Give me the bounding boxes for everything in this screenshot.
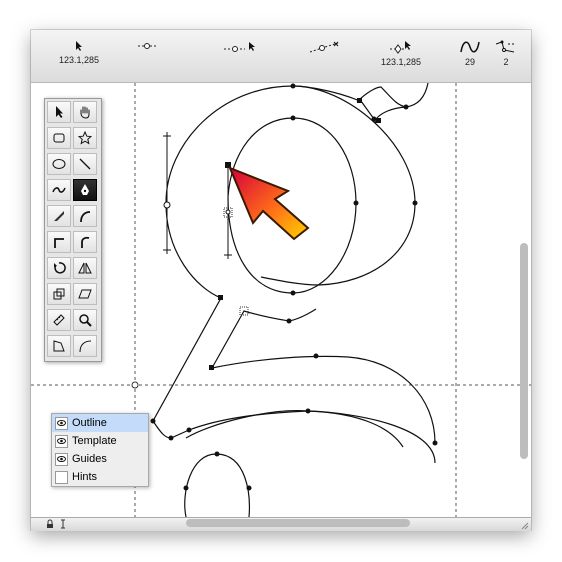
layer-guides[interactable]: Guides — [52, 450, 148, 468]
contour-count-icon — [495, 40, 516, 53]
glyph-upper-right-stroke — [260, 85, 416, 286]
layer-label: Guides — [72, 453, 107, 465]
toolbar-contour-count[interactable]: 2 — [491, 36, 521, 67]
eye-icon[interactable] — [55, 416, 68, 430]
eye-hidden-icon[interactable] — [55, 470, 68, 484]
horizontal-scrollbar-thumb[interactable] — [186, 519, 410, 527]
layer-label: Hints — [72, 471, 98, 483]
pen-tool-button[interactable] — [73, 179, 97, 201]
selected-point — [225, 209, 231, 215]
skew-tool-icon — [78, 289, 92, 299]
select-arrow-icon — [76, 41, 82, 51]
cursor-coordinates: 123.1,285 — [58, 55, 100, 65]
star-tool-button[interactable] — [73, 127, 97, 149]
scale-tool-button[interactable] — [47, 283, 71, 305]
resize-grip-icon[interactable] — [519, 520, 529, 530]
curve-point-tool-icon — [80, 211, 91, 223]
toolbar-curve-count[interactable]: 29 — [455, 36, 485, 67]
rotate-tool-icon — [54, 262, 66, 274]
knife-tool-button[interactable] — [47, 205, 71, 227]
glyph-ear — [356, 83, 429, 120]
zoom-tool-icon — [79, 314, 92, 327]
ellipse-tool-button[interactable] — [47, 153, 71, 175]
eye-icon[interactable] — [55, 434, 68, 448]
hand-tool-button[interactable] — [73, 101, 97, 123]
star-tool-icon — [78, 131, 92, 145]
curve-count-icon — [460, 41, 480, 53]
toolbar-move-point[interactable]: 123.1,285 — [371, 36, 431, 67]
corner-point-tool-button[interactable] — [47, 231, 71, 253]
handle-bottom-end — [163, 246, 171, 254]
contour-count-value: 2 — [503, 57, 509, 67]
tangent-point-tool-button[interactable] — [73, 231, 97, 253]
tool-palette — [44, 98, 102, 362]
perspective-tool-button[interactable] — [47, 335, 71, 357]
layer-outline[interactable]: Outline — [52, 414, 148, 432]
toolbar-point[interactable] — [132, 36, 162, 55]
flip-tool-button[interactable] — [73, 257, 97, 279]
lock-icon[interactable] — [45, 519, 55, 529]
arc-tool-button[interactable] — [73, 335, 97, 357]
flip-tool-icon — [78, 262, 92, 274]
point-drag-icon — [224, 42, 255, 52]
layers-panel: Outline Template Guides Hints — [51, 413, 149, 487]
text-cursor-icon[interactable] — [59, 519, 67, 529]
info-toolbar: 123.1,285 123.1,285 29 2 — [31, 30, 531, 83]
glyph-outer-contour — [152, 85, 404, 448]
scale-tool-icon — [53, 288, 65, 300]
layer-template[interactable]: Template — [52, 432, 148, 450]
curve-point-tool-button[interactable] — [73, 205, 97, 227]
line-tool-icon — [79, 158, 91, 170]
eye-icon[interactable] — [55, 452, 68, 466]
perspective-tool-icon — [53, 340, 65, 352]
rounded-rect-tool-button[interactable] — [47, 127, 71, 149]
arrow-tool-button[interactable] — [47, 101, 71, 123]
origin-marker — [131, 381, 139, 389]
point-coordinates: 123.1,285 — [380, 57, 422, 67]
handle-top-end — [163, 132, 171, 140]
toolbar-cursor-position[interactable]: 123.1,285 — [49, 36, 109, 65]
rotate-tool-button[interactable] — [47, 257, 71, 279]
point-icon — [138, 43, 156, 49]
hand-tool-icon — [80, 106, 90, 119]
move-point-icon — [390, 41, 411, 54]
toolbar-bezier-handles[interactable] — [305, 36, 345, 57]
layer-label: Template — [72, 435, 117, 447]
glyph-canvas[interactable]: Outline Template Guides Hints — [31, 83, 531, 517]
rounded-rect-tool-icon — [53, 133, 65, 143]
handle-center-point — [163, 201, 171, 209]
measure-tool-button[interactable] — [47, 309, 71, 331]
layer-hints[interactable]: Hints — [52, 468, 148, 486]
pen-tool-icon — [81, 184, 89, 195]
knife-tool-icon — [54, 211, 64, 221]
curve-count-value: 29 — [464, 57, 475, 67]
arrow-tool-icon — [56, 106, 63, 118]
freehand-tool-icon — [52, 187, 66, 193]
glyph-editor-window: 123.1,285 123.1,285 29 2 Outline Templat… — [31, 30, 531, 531]
ellipse-tool-icon — [52, 159, 66, 169]
toolbar-point-drag[interactable] — [220, 36, 260, 57]
arc-tool-icon — [79, 340, 92, 353]
skew-tool-button[interactable] — [73, 283, 97, 305]
freehand-tool-button[interactable] — [47, 179, 71, 201]
zoom-tool-button[interactable] — [73, 309, 97, 331]
measure-tool-icon — [53, 314, 65, 326]
bezier-handles-icon — [309, 41, 339, 53]
layer-label: Outline — [72, 417, 107, 429]
cursor-arrow-icon — [228, 166, 310, 241]
glyph-lower-inner — [184, 453, 250, 517]
inner-handle-end — [224, 251, 232, 259]
corner-point-tool-icon — [54, 238, 64, 248]
line-tool-button[interactable] — [73, 153, 97, 175]
tangent-point-tool-icon — [81, 236, 90, 248]
vertical-scrollbar-thumb[interactable] — [520, 243, 528, 459]
